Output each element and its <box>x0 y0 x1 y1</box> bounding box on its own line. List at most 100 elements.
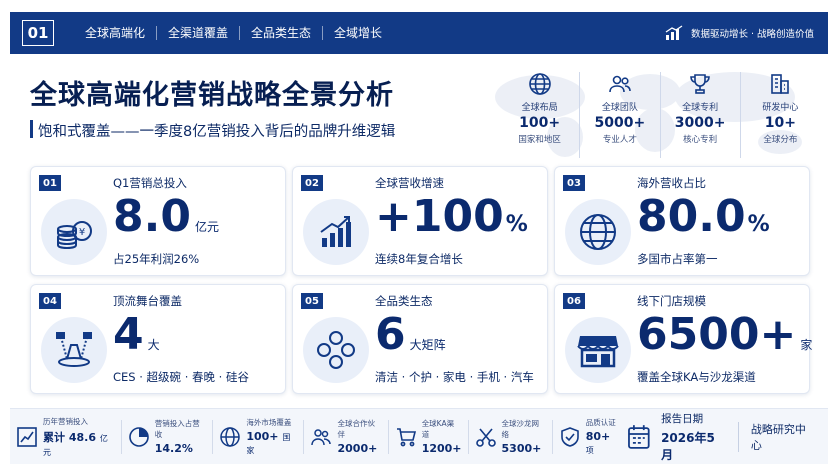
tab-full-domain[interactable]: 全域增长 <box>323 26 393 40</box>
stat-label: 全球专利 <box>682 103 719 113</box>
trophy-icon <box>690 74 710 94</box>
divider <box>737 421 739 452</box>
bottom-summary-bar: 历年营销投入 累计 48.6 亿元 营销投入占营收 14.2% 海外市场覆盖 1… <box>10 408 828 464</box>
card-unit: 大 <box>147 338 160 352</box>
summary-label: 海外市场覆盖 <box>246 418 292 427</box>
card-title: 顶流舞台覆盖 <box>113 294 182 308</box>
card-value-row: +100 % <box>375 191 528 243</box>
ecosystem-icon <box>317 331 355 369</box>
tab-full-category[interactable]: 全品类生态 <box>240 26 324 40</box>
summary-value: 80+ <box>585 430 611 443</box>
card-value: +100 <box>375 191 504 242</box>
stat-global-team: 全球团队 5000+ 专业人才 <box>580 72 661 158</box>
shield-icon <box>560 426 579 447</box>
card-value-row: 4 大 <box>113 309 160 361</box>
chart-icon <box>17 426 37 447</box>
summary-item-partners: 全球合作伙伴 2000+ <box>304 419 389 455</box>
card-desc: 覆盖全球KA与沙龙渠道 <box>637 370 756 384</box>
store-icon <box>577 336 619 368</box>
stage-icon <box>56 332 92 367</box>
metric-card-revenue-growth: 02 全球营收增速 +100 % 连续8年复合增长 <box>292 166 548 276</box>
summary-item-ka-channels: 全球KA渠道 1200+ <box>389 419 469 455</box>
stat-label: 研发中心 <box>762 103 799 113</box>
card-desc: CES · 超级碗 · 春晚 · 硅谷 <box>113 370 249 384</box>
summary-item-overseas-markets: 海外市场覆盖 100+ 国家 <box>213 418 305 455</box>
card-value-row: 80.0 % <box>637 191 770 243</box>
stat-global-layout: 全球布局 100+ 国家和地区 <box>500 72 581 158</box>
card-unit: % <box>505 212 528 237</box>
card-desc: 清洁 · 个护 · 家电 · 手机 · 汽车 <box>375 370 534 384</box>
calendar-icon <box>628 424 650 449</box>
card-badge: 03 <box>563 175 585 191</box>
summary-label: 全球KA渠道 <box>421 419 455 439</box>
summary-value: 1200+ <box>421 442 462 455</box>
card-value: 80.0 <box>637 191 746 242</box>
tab-global-premium[interactable]: 全球高端化 <box>74 26 158 40</box>
summary-item-marketing-total: 历年营销投入 累计 48.6 亿元 <box>10 417 122 457</box>
stat-rd-center: 研发中心 10+ 全球分布 <box>741 72 820 158</box>
card-desc: 连续8年复合增长 <box>375 252 463 266</box>
card-value: 4 <box>113 309 144 360</box>
slogan-area: 数据驱动增长 · 战略创造价值 <box>665 25 814 41</box>
globe-icon <box>528 73 551 95</box>
scissors-icon <box>475 427 496 447</box>
stat-sub: 国家和地区 <box>518 135 561 145</box>
bar-growth-icon <box>320 216 351 247</box>
summary-label: 营销投入占营收 <box>154 419 200 439</box>
stat-global-patents: 全球专利 3000+ 核心专利 <box>661 72 741 158</box>
cart-icon <box>396 427 416 446</box>
stat-value: 100+ <box>519 115 561 131</box>
coins-icon: ¥ <box>57 221 92 250</box>
report-org: 战略研究中心 <box>750 422 806 452</box>
card-icon-circle <box>565 199 631 265</box>
page-title: 全球高端化营销战略全景分析 <box>30 80 394 111</box>
metric-card-stage-coverage: 04 顶流舞台覆盖 4 大 CES · 超级碗 · 春晚 · 硅谷 <box>30 284 286 394</box>
global-stats: 全球布局 100+ 国家和地区 全球团队 5000+ 专业人才 全球专利 300… <box>500 72 820 158</box>
slogan: 数据驱动增长 · 战略创造价值 <box>690 29 814 40</box>
stat-sub: 专业人才 <box>602 135 637 145</box>
card-title: Q1营销总投入 <box>113 176 187 190</box>
card-desc: 多国市占率第一 <box>637 252 718 266</box>
card-value: 6500+ <box>637 309 797 360</box>
card-badge: 01 <box>39 175 61 191</box>
card-title: 海外营收占比 <box>637 176 706 190</box>
card-title: 全球营收增速 <box>375 176 444 190</box>
summary-value: 5300+ <box>501 442 542 455</box>
partner-icon <box>311 428 332 445</box>
card-unit: 大矩阵 <box>409 338 446 352</box>
card-value-row: 8.0 亿元 <box>113 191 219 243</box>
card-icon-circle <box>303 199 369 265</box>
card-badge: 05 <box>301 293 323 309</box>
summary-item-salon-network: 全球沙龙网络 5300+ <box>469 419 553 455</box>
team-icon <box>609 75 631 93</box>
card-badge: 04 <box>39 293 61 309</box>
stat-label: 全球团队 <box>601 103 638 113</box>
stat-value: 10+ <box>764 115 796 131</box>
summary-item-certifications: 品质认证 80+ 项 <box>553 418 628 455</box>
summary-unit: 项 <box>585 446 594 455</box>
card-value-row: 6 大矩阵 <box>375 309 446 361</box>
report-date-label: 报告日期 <box>661 412 704 425</box>
metric-card-ecosystem: 05 全品类生态 6 大矩阵 清洁 · 个护 · 家电 · 手机 · 汽车 <box>292 284 548 394</box>
summary-value: 100+ <box>246 430 279 443</box>
summary-label: 全球合作伙伴 <box>337 419 375 439</box>
card-unit: 亿元 <box>194 220 219 234</box>
top-banner: 01 全球高端化 全渠道覆盖 全品类生态 全域增长 数据驱动增长 · 战略创造价… <box>10 12 828 54</box>
card-desc: 占25年利润26% <box>113 252 200 266</box>
tab-omnichannel[interactable]: 全渠道覆盖 <box>157 26 241 40</box>
card-unit: % <box>747 212 770 237</box>
card-icon-circle <box>303 317 369 383</box>
card-value-row: 6500+ 家 <box>637 309 812 361</box>
stat-value: 5000+ <box>594 115 646 131</box>
summary-value: 2000+ <box>337 442 378 455</box>
nav-tabs: 全球高端化 全渠道覆盖 全品类生态 全域增长 <box>74 26 393 40</box>
building-icon <box>771 74 790 94</box>
card-title: 全品类生态 <box>375 294 433 308</box>
stat-label: 全球布局 <box>521 103 558 113</box>
summary-label: 历年营销投入 <box>43 416 88 426</box>
card-icon-circle <box>41 317 107 383</box>
section-number: 01 <box>22 20 54 46</box>
globe-icon <box>220 426 241 447</box>
card-icon-circle <box>565 317 631 383</box>
summary-item-marketing-ratio: 营销投入占营收 14.2% <box>122 419 214 455</box>
